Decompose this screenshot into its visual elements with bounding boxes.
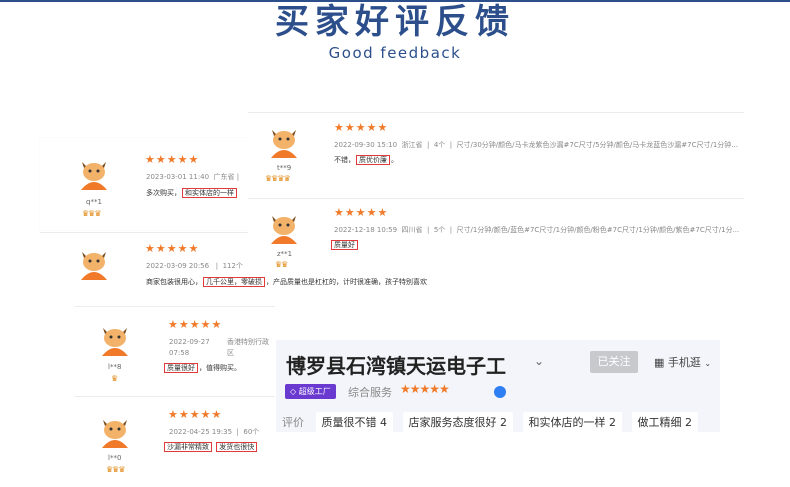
review-meta: 2022-09-30 15:10 浙江省 | 4个 | 尺寸/30分钟/颜色/马…	[334, 141, 738, 149]
review-text: 质量很好 ，值得购买。	[163, 363, 241, 373]
review-tag[interactable]: 店家服务态度很好 2	[402, 412, 513, 432]
reviewer-level: ♛	[111, 374, 118, 383]
mobile-shop-button[interactable]: ▦ 手机逛 ⌄	[654, 354, 711, 370]
tags-label: 评价	[282, 416, 304, 429]
chevron-down-icon: ⌄	[704, 359, 712, 368]
review-location: 香港特别行政区	[227, 338, 269, 357]
page-title: 买家好评反馈	[275, 2, 515, 42]
review-tag[interactable]: 质量很不错 4	[315, 412, 393, 432]
review-card: t**9 ♛♛♛♛ ★★★★★ 2022-09-30 15:10 浙江省 | 4…	[248, 112, 744, 198]
grid-icon: ▦	[654, 356, 665, 369]
avatar	[99, 322, 131, 356]
review-highlight: 和实体店的一样	[182, 188, 237, 198]
review-tag[interactable]: 和实体店的一样 2	[522, 412, 622, 432]
shop-name[interactable]: 博罗县石湾镇天运电子工	[286, 350, 506, 379]
factory-badge: ◇ 超级工厂	[285, 384, 336, 399]
info-icon[interactable]	[494, 386, 506, 398]
diamond-icon: ◇	[290, 387, 297, 396]
shop-panel: 博罗县石湾镇天运电子工 ⌄ 已关注 ▦ 手机逛 ⌄ ◇ 超级工厂 综合服务 ★★…	[276, 340, 720, 432]
review-meta: 2022-12-18 10:59 四川省 | 5个 | 尺寸/1分钟/颜色/蓝色…	[334, 226, 740, 234]
review-highlight: 几千公里，零破损	[203, 277, 265, 287]
review-highlight: 质量很好	[164, 363, 198, 373]
review-meta: 2022-09-27 07:58	[169, 338, 210, 357]
rating-stars: ★★★★★	[145, 242, 200, 255]
review-meta: 2022-03-09 20:56 | 112个	[146, 262, 243, 270]
chevron-down-icon[interactable]: ⌄	[534, 354, 544, 368]
reviewer-level: ♛♛	[275, 260, 288, 269]
reviewer-level: ♛♛♛	[82, 209, 101, 218]
review-card: l**8 ♛ ★★★★★ 2022-09-27 07:58 香港特别行政区 质量…	[75, 306, 275, 396]
avatar	[78, 156, 110, 190]
avatar	[78, 246, 110, 280]
review-card: q**1 ♛♛♛ ★★★★★ 2023-03-01 11:40 广东省 | 多次…	[40, 138, 252, 230]
follow-button[interactable]: 已关注	[590, 351, 638, 373]
reviewer-level: ♛♛♛♛	[265, 174, 291, 183]
rating-stars: ★★★★★	[334, 121, 389, 134]
rating-stars: ★★★★★	[145, 153, 200, 166]
review-card: z**1 ♛♛ ★★★★★ 2022-12-18 10:59 四川省 | 5个 …	[248, 198, 744, 269]
review-tag[interactable]: 做工精细 2	[631, 412, 698, 432]
rating-stars: ★★★★★	[168, 408, 223, 421]
page-subtitle: Good feedback	[328, 44, 462, 62]
review-highlight-2: 发货也很快	[216, 442, 258, 452]
reviewer-name: l**0	[108, 454, 122, 462]
service-rating-stars: ★★★★★	[400, 382, 450, 396]
rating-stars: ★★★★★	[168, 318, 223, 331]
review-text: 质量好	[330, 240, 359, 250]
review-text: 沙漏非常精致 发货也很快	[163, 442, 258, 452]
review-card: l**0 ♛♛♛ ★★★★★ 2022-04-25 19:35 | 60个 沙漏…	[75, 396, 275, 484]
review-highlight: 质量好	[331, 240, 358, 250]
review-meta: 2022-04-25 19:35 | 60个	[169, 428, 260, 436]
review-meta: 2023-03-01 11:40 广东省 |	[146, 173, 240, 181]
rating-stars: ★★★★★	[334, 206, 389, 219]
review-highlight: 沙漏非常精致	[164, 442, 212, 452]
review-highlight: 质优价廉	[356, 155, 390, 165]
reviewer-name: z**1	[277, 250, 293, 258]
reviewer-level: ♛♛♛	[106, 465, 125, 474]
avatar	[268, 210, 300, 244]
review-text: 不错， 质优价廉。	[334, 155, 398, 165]
reviewer-name: t**9	[277, 164, 292, 172]
reviewer-name: l**8	[108, 363, 122, 371]
avatar	[99, 414, 131, 448]
review-text: 商家包装很用心， 几千公里，零破损 ，产品质量也是杠杠的，计时很准确，孩子特别喜欢	[146, 277, 427, 287]
reviewer-name: q**1	[86, 198, 102, 206]
avatar	[268, 124, 300, 158]
review-text: 多次购买， 和实体店的一样	[146, 188, 238, 198]
review-tags: 评价 质量很不错 4 店家服务态度很好 2 和实体店的一样 2 做工精细 2	[282, 412, 704, 432]
service-label: 综合服务	[348, 386, 392, 399]
